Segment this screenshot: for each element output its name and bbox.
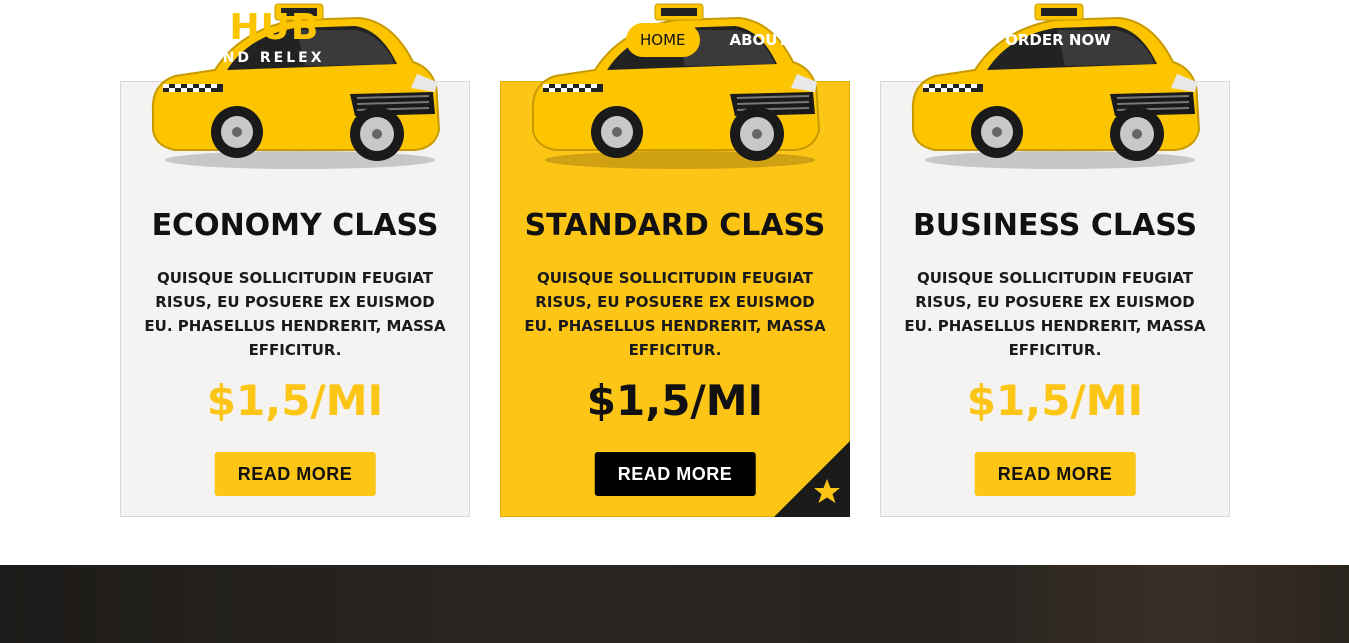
card-description: QUISQUE SOLLICITUDIN FEUGIAT RISUS, EU P… — [904, 269, 1206, 359]
card-description: QUISQUE SOLLICITUDIN FEUGIAT RISUS, EU P… — [144, 269, 446, 359]
pricing-card-business: BUSINESS CLASS QUISQUE SOLLICITUDIN FEUG… — [880, 3, 1230, 517]
nav-item-order-now[interactable]: ORDER NOW — [1005, 31, 1111, 49]
nav-item-home[interactable]: HOME — [626, 23, 700, 57]
read-more-button[interactable]: READ MORE — [974, 452, 1136, 496]
pricing-card-standard: STANDARD CLASS QUISQUE SOLLICITUDIN FEUG… — [500, 3, 850, 517]
pricing-card-economy: ECONOMY CLASS QUISQUE SOLLICITUDIN FEUGI… — [120, 3, 470, 517]
nav-item-services[interactable]: SERVICES — [818, 31, 900, 49]
logo-tagline: CALL AND RELEX — [150, 50, 325, 66]
logo-part-hub: HUB — [229, 7, 320, 48]
nav-item-about[interactable]: ABOUT — [730, 31, 788, 49]
main-nav: HOME ABOUT SERVICES BLOG ORDER NOW — [626, 22, 1141, 58]
card-price: $1,5/MI — [966, 376, 1144, 425]
read-more-button[interactable]: READ MORE — [594, 452, 756, 496]
logo-part-cab: Cab — [150, 7, 230, 48]
dark-section-background — [0, 565, 1349, 643]
featured-corner-badge — [774, 441, 850, 517]
nav-item-blog[interactable]: BLOG — [930, 31, 976, 49]
read-more-button[interactable]: READ MORE — [214, 452, 376, 496]
card-price: $1,5/MI — [586, 376, 764, 425]
card-price: $1,5/MI — [206, 376, 384, 425]
card-title: BUSINESS CLASS — [912, 208, 1198, 243]
card-description: QUISQUE SOLLICITUDIN FEUGIAT RISUS, EU P… — [524, 269, 826, 359]
logo-text: CabHUB — [150, 8, 325, 48]
site-logo[interactable]: CabHUB CALL AND RELEX — [150, 8, 325, 67]
card-title: STANDARD CLASS — [524, 208, 826, 243]
card-title: ECONOMY CLASS — [151, 208, 439, 243]
